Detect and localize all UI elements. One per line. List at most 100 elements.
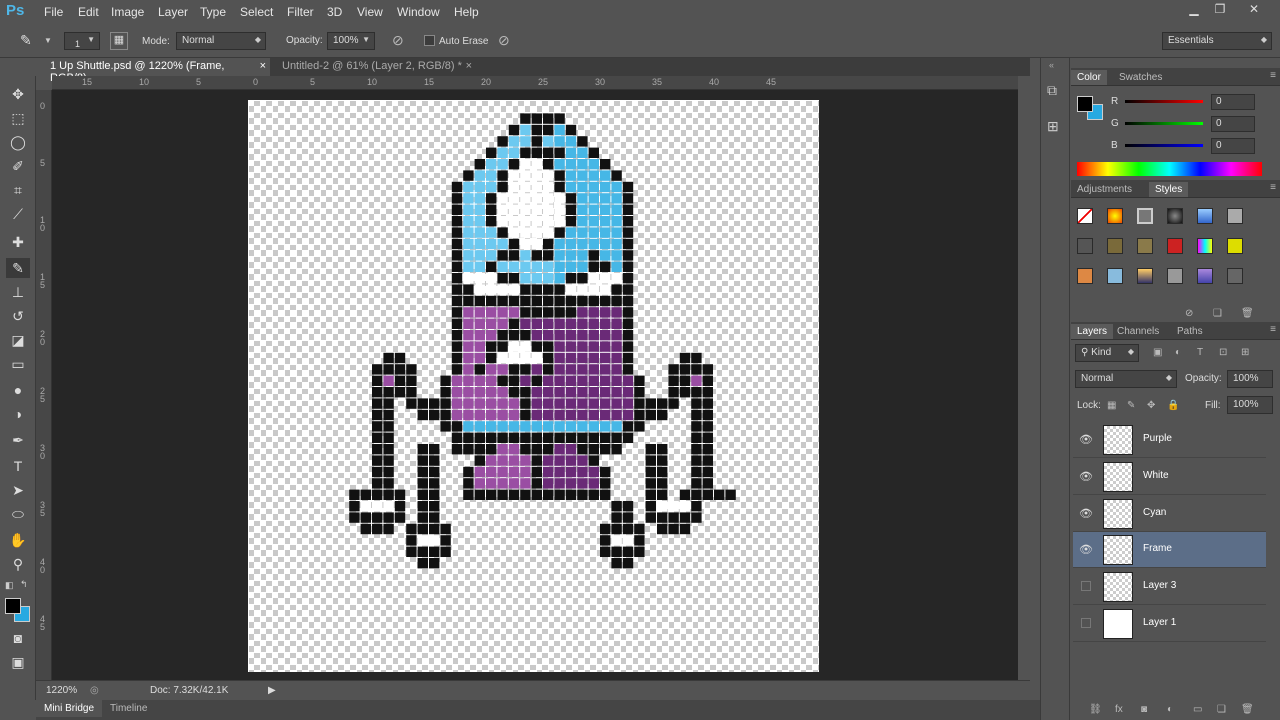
add-mask-icon[interactable]: ◙	[1141, 704, 1147, 715]
panel-menu-icon[interactable]: ≡	[1270, 182, 1276, 193]
quick-mask-icon[interactable]: ◙	[6, 628, 30, 648]
adjustment-layer-icon[interactable]: ◐	[1167, 704, 1173, 715]
filter-adjustment-icon[interactable]: ◐	[1175, 347, 1181, 358]
pen-tool-icon[interactable]: ✒	[6, 430, 30, 450]
clear-style-icon[interactable]: ⊘	[1185, 308, 1193, 319]
menu-window[interactable]: Window	[397, 5, 440, 19]
menu-filter[interactable]: Filter	[287, 5, 314, 19]
pressure-opacity-icon[interactable]: ⊘	[392, 32, 404, 49]
tab-swatches[interactable]: Swatches	[1113, 70, 1168, 85]
fx-icon[interactable]: fx	[1115, 704, 1123, 715]
layer-row-white[interactable]: 👁 White	[1073, 459, 1266, 495]
menu-edit[interactable]: Edit	[78, 5, 99, 19]
healing-brush-icon[interactable]: ✚	[6, 232, 30, 252]
crop-tool-icon[interactable]: ⌗	[6, 180, 30, 200]
layer-row-frame[interactable]: 👁 Frame	[1073, 532, 1266, 568]
style-none[interactable]	[1077, 208, 1093, 224]
menu-file[interactable]: File	[44, 5, 63, 19]
properties-panel-icon[interactable]: ⊞	[1047, 118, 1059, 135]
filter-kind-select[interactable]: ⚲ Kind ◆	[1075, 344, 1139, 362]
lock-position-icon[interactable]: ✥	[1147, 400, 1155, 411]
new-style-icon[interactable]: ❏	[1213, 308, 1222, 319]
swap-colors-icon[interactable]: ↰	[20, 579, 28, 590]
filter-smart-object-icon[interactable]: ⊞	[1241, 347, 1249, 358]
zoom-tool-icon[interactable]: ⚲	[6, 554, 30, 574]
lock-transparency-icon[interactable]: ▦	[1107, 400, 1116, 411]
document-canvas[interactable]	[248, 100, 819, 672]
menu-type[interactable]: Type	[200, 5, 226, 19]
menu-help[interactable]: Help	[454, 5, 479, 19]
tab-styles[interactable]: Styles	[1149, 182, 1189, 197]
tab-mini-bridge[interactable]: Mini Bridge	[36, 700, 103, 717]
lock-brush-icon[interactable]: ✎	[1127, 400, 1135, 411]
tab-layers[interactable]: Layers	[1071, 324, 1114, 339]
b-slider[interactable]	[1125, 144, 1203, 147]
style-dark[interactable]	[1167, 208, 1183, 224]
clone-stamp-icon[interactable]: ⊥	[6, 282, 30, 302]
menu-image[interactable]: Image	[111, 5, 144, 19]
shape-tool-icon[interactable]: ⬭	[6, 504, 30, 524]
style-yellow[interactable]	[1227, 238, 1243, 254]
restore-icon[interactable]: ❐	[1208, 2, 1232, 20]
zoom-level[interactable]: 1220%	[46, 685, 77, 696]
style-bronze[interactable]	[1107, 238, 1123, 254]
style-charcoal[interactable]	[1077, 238, 1093, 254]
workspace-select[interactable]: Essentials ◆	[1162, 32, 1272, 50]
style-rainbow[interactable]	[1197, 238, 1213, 254]
new-layer-icon[interactable]: ❏	[1217, 704, 1226, 715]
auto-erase-checkbox[interactable]	[424, 35, 435, 46]
group-icon[interactable]: ▭	[1193, 704, 1202, 715]
style-red[interactable]	[1167, 238, 1183, 254]
eyedropper-tool-icon[interactable]: ⟋	[6, 204, 30, 224]
style-silver[interactable]	[1167, 268, 1183, 284]
tab-timeline[interactable]: Timeline	[110, 703, 147, 714]
tab-paths[interactable]: Paths	[1171, 324, 1209, 339]
filter-pixel-icon[interactable]: ▣	[1153, 347, 1162, 358]
status-menu-arrow-icon[interactable]: ▶	[268, 685, 276, 696]
g-slider[interactable]	[1125, 122, 1203, 125]
style-sunset[interactable]	[1137, 268, 1153, 284]
layer-row-layer-3[interactable]: Layer 3	[1073, 569, 1266, 605]
eye-icon[interactable]: 👁	[1079, 433, 1093, 447]
style-violet[interactable]	[1197, 268, 1213, 284]
screen-mode-icon[interactable]: ▣	[6, 652, 30, 672]
minimize-icon[interactable]: ▁	[1182, 2, 1206, 20]
vertical-scrollbar[interactable]	[1030, 58, 1040, 700]
layer-row-purple[interactable]: 👁 Purple	[1073, 422, 1266, 458]
menu-layer[interactable]: Layer	[158, 5, 188, 19]
layer-row-layer-1[interactable]: Layer 1	[1073, 606, 1266, 642]
r-slider[interactable]	[1125, 100, 1203, 103]
link-layers-icon[interactable]: ⛓	[1089, 704, 1102, 715]
canvas-area[interactable]	[52, 90, 1018, 680]
tab-color[interactable]: Color	[1071, 70, 1107, 85]
panel-menu-icon[interactable]: ≡	[1270, 324, 1276, 335]
r-value-field[interactable]: 0	[1211, 94, 1255, 110]
opacity-field[interactable]: 100% ▼	[327, 32, 375, 50]
eye-icon[interactable]: 👁	[1079, 507, 1093, 521]
style-orange[interactable]	[1077, 268, 1093, 284]
menu-view[interactable]: View	[357, 5, 383, 19]
filter-shape-icon[interactable]: ⊡	[1219, 347, 1227, 358]
color-spectrum-bar[interactable]	[1077, 162, 1262, 176]
style-sky[interactable]	[1107, 268, 1123, 284]
menu-3d[interactable]: 3D	[327, 5, 342, 19]
style-slate[interactable]	[1227, 268, 1243, 284]
tab-close-icon[interactable]: ×	[466, 60, 472, 72]
style-gray[interactable]	[1227, 208, 1243, 224]
tab-untitled-2[interactable]: Untitled-2 @ 61% (Layer 2, RGB/8) * ×	[274, 58, 474, 76]
history-panel-icon[interactable]: ⧉	[1047, 82, 1057, 99]
filter-type-icon[interactable]: T	[1197, 347, 1203, 358]
layer-opacity-field[interactable]: 100%	[1227, 370, 1273, 388]
share-icon[interactable]: ◎	[90, 685, 99, 696]
layer-row-cyan[interactable]: 👁 Cyan	[1073, 496, 1266, 532]
pencil-tool-icon[interactable]: ✎	[6, 258, 30, 278]
mode-select[interactable]: Normal ◆	[176, 32, 266, 50]
tab-close-icon[interactable]: ×	[260, 60, 266, 72]
layer-blend-mode-select[interactable]: Normal ◆	[1075, 370, 1177, 388]
eye-icon[interactable]: 👁	[1079, 470, 1093, 484]
lock-all-icon[interactable]: 🔒	[1167, 400, 1179, 411]
close-window-icon[interactable]: ✕	[1242, 2, 1266, 20]
dodge-tool-icon[interactable]: ◑	[6, 404, 30, 424]
move-tool-icon[interactable]: ✥	[6, 84, 30, 104]
lasso-tool-icon[interactable]: ◯	[6, 132, 30, 152]
